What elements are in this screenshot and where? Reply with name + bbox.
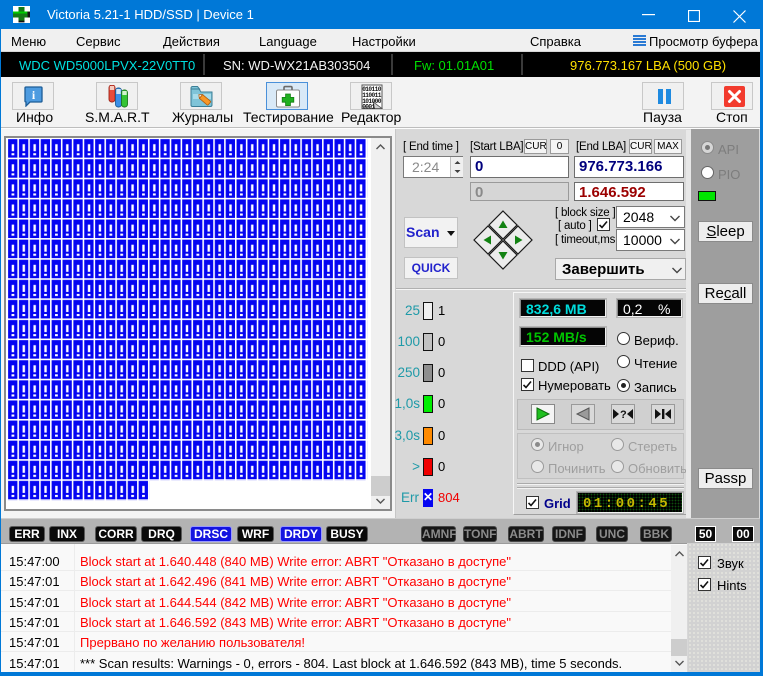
svg-text:?: ? <box>620 409 627 421</box>
